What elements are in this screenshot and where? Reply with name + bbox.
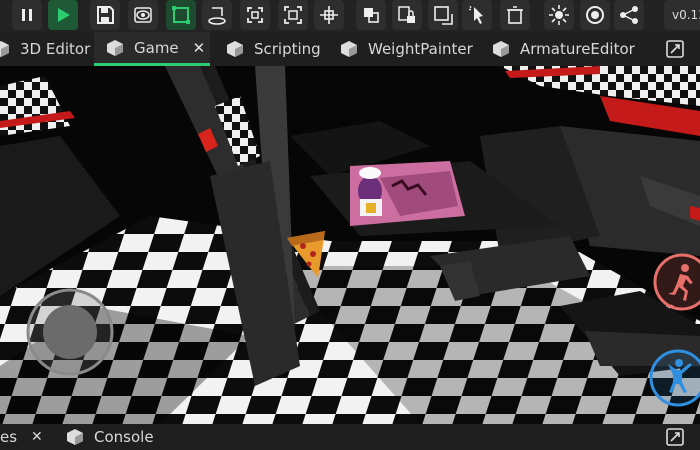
material-button[interactable] — [580, 0, 610, 30]
play-button[interactable] — [48, 0, 78, 30]
copy-object-icon — [434, 6, 453, 25]
scale-frame-icon — [284, 6, 302, 24]
game-viewport[interactable] — [0, 66, 700, 424]
jump-button[interactable] — [648, 348, 700, 408]
bottom-tab-bar: es ✕ Console — [0, 424, 700, 450]
editor-tab-bar: 3D Editor Game ✕ Scripting WeightPainter… — [0, 32, 700, 66]
tab-label: WeightPainter — [368, 40, 473, 58]
tab-label: ArmatureEditor — [520, 40, 635, 58]
select-box-icon — [172, 6, 190, 24]
scale-tool-button[interactable] — [278, 0, 308, 30]
copy-object-button[interactable] — [428, 0, 458, 30]
lock-icon — [398, 6, 415, 23]
cube-icon — [341, 41, 357, 57]
visibility-button[interactable] — [128, 0, 158, 30]
pause-icon — [22, 9, 32, 21]
tab-label: Console — [94, 428, 154, 446]
run-button[interactable] — [652, 252, 700, 312]
version-label: v0.13 — [664, 0, 700, 30]
lock-button[interactable] — [392, 0, 422, 30]
maximize-icon[interactable] — [666, 428, 684, 446]
pointer-tool-button[interactable] — [462, 0, 492, 30]
close-icon[interactable]: ✕ — [31, 429, 43, 445]
tab-label: Game — [134, 38, 179, 57]
tab-3d-editor[interactable]: 3D Editor — [0, 32, 90, 66]
play-icon — [58, 8, 70, 22]
maximize-icon[interactable] — [666, 40, 684, 58]
node-graph-button[interactable] — [614, 0, 644, 30]
lighting-button[interactable] — [544, 0, 574, 30]
rotate-frame-icon — [247, 7, 263, 23]
tab-scripting[interactable]: Scripting — [226, 32, 321, 66]
sun-icon — [549, 5, 569, 25]
node-graph-icon — [620, 6, 638, 24]
duplicate-icon — [364, 8, 379, 23]
move-ground-icon — [208, 7, 226, 25]
transform-tool-button[interactable] — [314, 0, 344, 30]
tab-label: Scripting — [254, 40, 321, 58]
trash-icon — [507, 6, 523, 24]
pause-button[interactable] — [12, 0, 42, 30]
cube-icon — [107, 39, 123, 56]
virtual-joystick[interactable] — [24, 286, 116, 378]
cube-icon — [493, 41, 509, 57]
tab-weight-painter[interactable]: WeightPainter — [340, 32, 473, 66]
save-icon — [97, 6, 114, 24]
main-toolbar: v0.13 — [0, 0, 700, 32]
tab-console[interactable]: Console — [66, 424, 154, 450]
save-button[interactable] — [90, 0, 120, 30]
close-icon[interactable]: ✕ — [193, 39, 206, 57]
pointer-click-icon — [468, 5, 483, 24]
tab-game[interactable]: Game ✕ — [94, 32, 210, 66]
tab-label: 3D Editor — [20, 40, 91, 58]
material-sphere-icon — [586, 6, 604, 24]
tab-properties[interactable]: es ✕ — [0, 424, 43, 450]
cube-icon — [227, 41, 243, 57]
pizza-poster — [350, 161, 465, 226]
cube-icon — [0, 41, 9, 57]
select-tool-button[interactable] — [166, 0, 196, 30]
tab-label: es — [0, 428, 18, 446]
duplicate-button[interactable] — [356, 0, 386, 30]
rotate-tool-button[interactable] — [240, 0, 270, 30]
joystick-knob — [43, 305, 97, 359]
cube-icon — [67, 429, 83, 445]
move-tool-button[interactable] — [202, 0, 232, 30]
transform-axes-icon — [320, 6, 338, 24]
delete-button[interactable] — [500, 0, 530, 30]
tab-armature-editor[interactable]: ArmatureEditor — [492, 32, 635, 66]
eye-icon — [134, 7, 152, 23]
